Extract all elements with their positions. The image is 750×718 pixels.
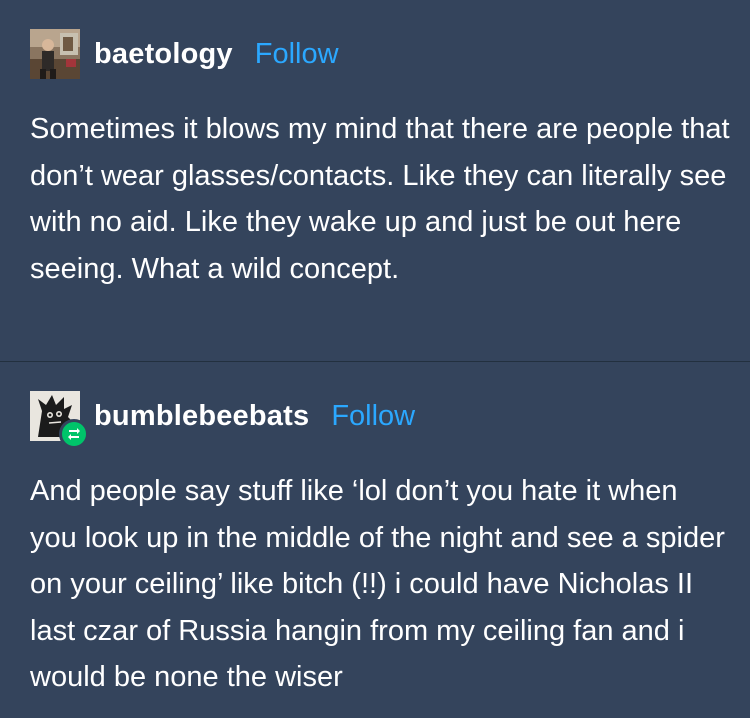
photo-avatar-icon[interactable] bbox=[30, 29, 80, 79]
post: bumblebeebats Follow And people say stuf… bbox=[0, 362, 750, 718]
username-link[interactable]: bumblebeebats bbox=[94, 400, 309, 433]
post-header: bumblebeebats Follow bbox=[30, 390, 415, 449]
reblog-icon bbox=[59, 419, 89, 449]
username-link[interactable]: baetology bbox=[94, 38, 233, 71]
follow-button[interactable]: Follow bbox=[331, 400, 415, 433]
follow-button[interactable]: Follow bbox=[255, 38, 339, 71]
post: baetology Follow Sometimes it blows my m… bbox=[0, 0, 750, 361]
post-header: baetology Follow bbox=[30, 28, 339, 80]
cartoon-creature-avatar-icon[interactable] bbox=[30, 391, 89, 449]
post-text: Sometimes it blows my mind that there ar… bbox=[30, 113, 730, 285]
post-text: And people say stuff like ‘lol don’t you… bbox=[30, 475, 725, 693]
